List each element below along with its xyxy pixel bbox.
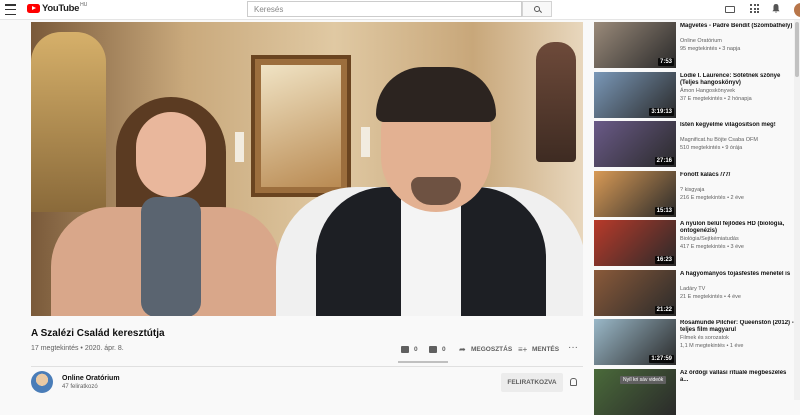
scrollbar-thumb[interactable] [795,22,799,77]
recommended-video-channel: Biológia/Sejtkémiatudás [680,236,739,242]
recommended-video-title: A hagyományos tojásfestés menetel is [680,270,791,277]
recommended-video-thumbnail[interactable]: 7:53 [594,22,676,68]
apps-grid-icon[interactable] [750,4,759,13]
recommended-video-channel: Filmek és sorozatok [680,335,729,341]
recommended-video-title: Lodie I. Laurence: Sötétnek szőnye (Telj… [680,72,781,86]
play-logo-icon [27,4,40,13]
recommended-video-item[interactable]: 27:16 Isten kegyelme világosítson meg! Mag… [594,121,800,167]
video-title: A Szalézi Család keresztútja [31,328,165,339]
notifications-bell-icon[interactable] [772,4,780,13]
search-icon [534,6,540,12]
recommended-video-title: Az ördögi vallási rituálé megbeszélés a.… [680,369,787,383]
recommended-video-thumbnail[interactable]: 27:16 [594,121,676,167]
recommended-video-title: Magvetés - Padre Bendit (Szombathely) [680,23,793,29]
channel-notification-bell-icon[interactable] [570,378,577,386]
upload-date: 2020. ápr. 8. [84,345,124,352]
save-button[interactable]: MENTÉS [532,346,559,353]
tooltip: Nyíl kri sáv videók [620,376,667,384]
recommended-video-item[interactable]: 1:27:59 Rosamunde Pilcher: Queenstón (201… [594,319,800,365]
recommended-video-thumbnail[interactable]: 21:22 [594,269,676,316]
like-count: 0 [414,346,418,353]
video-duration: 7:53 [657,58,674,66]
view-count: 17 megtekintés [31,345,79,352]
recommended-video-stats: 21 E megtekintés • 4 éve [680,293,741,300]
video-meta: 17 megtekintés • 2020. ápr. 8. [31,345,124,352]
recommended-video-item[interactable]: 15:13 Fonott kalács /77/ ? kisgyaja 216 E m… [594,170,800,217]
recommended-video-channel: Magnificat.hu Böjte Csaba OFM [680,137,758,143]
video-duration: 15:13 [654,206,674,215]
like-icon[interactable] [401,346,409,353]
recommended-video-stats: 510 megtekintés • 9 órája [680,145,743,151]
logo-text: YouTube [42,3,80,14]
hamburger-menu-icon[interactable] [5,4,16,15]
channel-name[interactable]: Online Oratórium [62,375,120,382]
video-frame-woman [51,97,281,316]
youtube-logo[interactable]: YouTube HU [27,1,88,14]
recommended-video-stats: 95 megtekintés • 3 napja [680,46,741,52]
video-duration: 1:27:59 [649,355,674,363]
recommended-video-item[interactable]: 3:19:13 Lodie I. Laurence: Sötétnek szőny… [594,71,800,118]
user-avatar[interactable] [794,3,800,17]
recommended-video-thumbnail[interactable]: 3:19:13 [594,71,676,118]
recommended-video-item[interactable]: 7:53 Magvetés - Padre Bendit (Szombathely… [594,22,800,68]
video-duration: 16:23 [654,256,674,264]
recommended-video-title: A nyúlon belül fejlődés HD (biológia, on… [680,221,785,234]
recommended-video-stats: 37 E megtekintés • 2 hónapja [680,95,752,102]
recommended-video-item[interactable]: 21:22 A hagyományos tojásfestés menetel i… [594,269,800,316]
recommended-video-channel: Ladáry TV [680,285,706,292]
video-duration: 21:22 [654,305,674,314]
share-button[interactable]: MEGOSZTÁS [471,346,512,353]
recommended-video-item[interactable]: 16:23 A nyúlon belül fejlődés HD (biológi… [594,220,800,266]
recommended-video-stats: 417 E megtekintés • 3 éve [680,244,744,250]
recommended-video-channel: Online Oratórium [680,38,722,44]
recommended-video-title: Rosamunde Pilcher: Queenstón (2012) - te… [680,320,794,333]
video-player[interactable] [31,22,583,316]
dislike-count: 0 [442,346,446,353]
search-button[interactable] [522,1,552,17]
recommended-video-title: Isten kegyelme világosítson meg! [680,122,776,128]
recommended-video-stats: 1,1 M megtekintés • 1 éve [680,343,744,349]
recommended-video-channel: ? kisgyaja [680,186,705,193]
rating-bar [398,361,448,363]
dislike-icon[interactable] [429,346,437,353]
recommended-video-stats: 216 E megtekintés • 2 éve [680,194,744,201]
recommended-video-thumbnail[interactable]: 15:13 [594,170,676,217]
channel-avatar[interactable] [31,371,53,393]
divider [31,366,583,367]
top-bar: YouTube HU Keresés [0,0,800,20]
video-frame-man [276,47,583,316]
subscriber-count: 47 feliratkozó [62,384,98,390]
video-duration: 27:16 [654,157,674,165]
recommended-video-thumbnail[interactable]: 16:23 [594,220,676,266]
recommended-video-title: Fonott kalács /77/ [680,171,731,178]
recommended-video-thumbnail[interactable]: 1:27:59 [594,319,676,365]
share-icon[interactable]: ➦ [459,346,466,354]
country-code: HU [80,1,88,8]
subscribe-button[interactable]: FELIRATKOZVA [501,373,563,392]
video-duration: 3:19:13 [649,107,674,116]
search-input[interactable]: Keresés [247,1,522,17]
save-playlist-icon[interactable]: ≡+ [518,346,527,354]
create-video-icon[interactable] [725,6,735,13]
scrollbar-track[interactable] [794,20,800,400]
recommended-video-channel: Ámon Hangoskönyvek [680,87,736,94]
more-actions-icon[interactable]: ··· [568,342,578,353]
